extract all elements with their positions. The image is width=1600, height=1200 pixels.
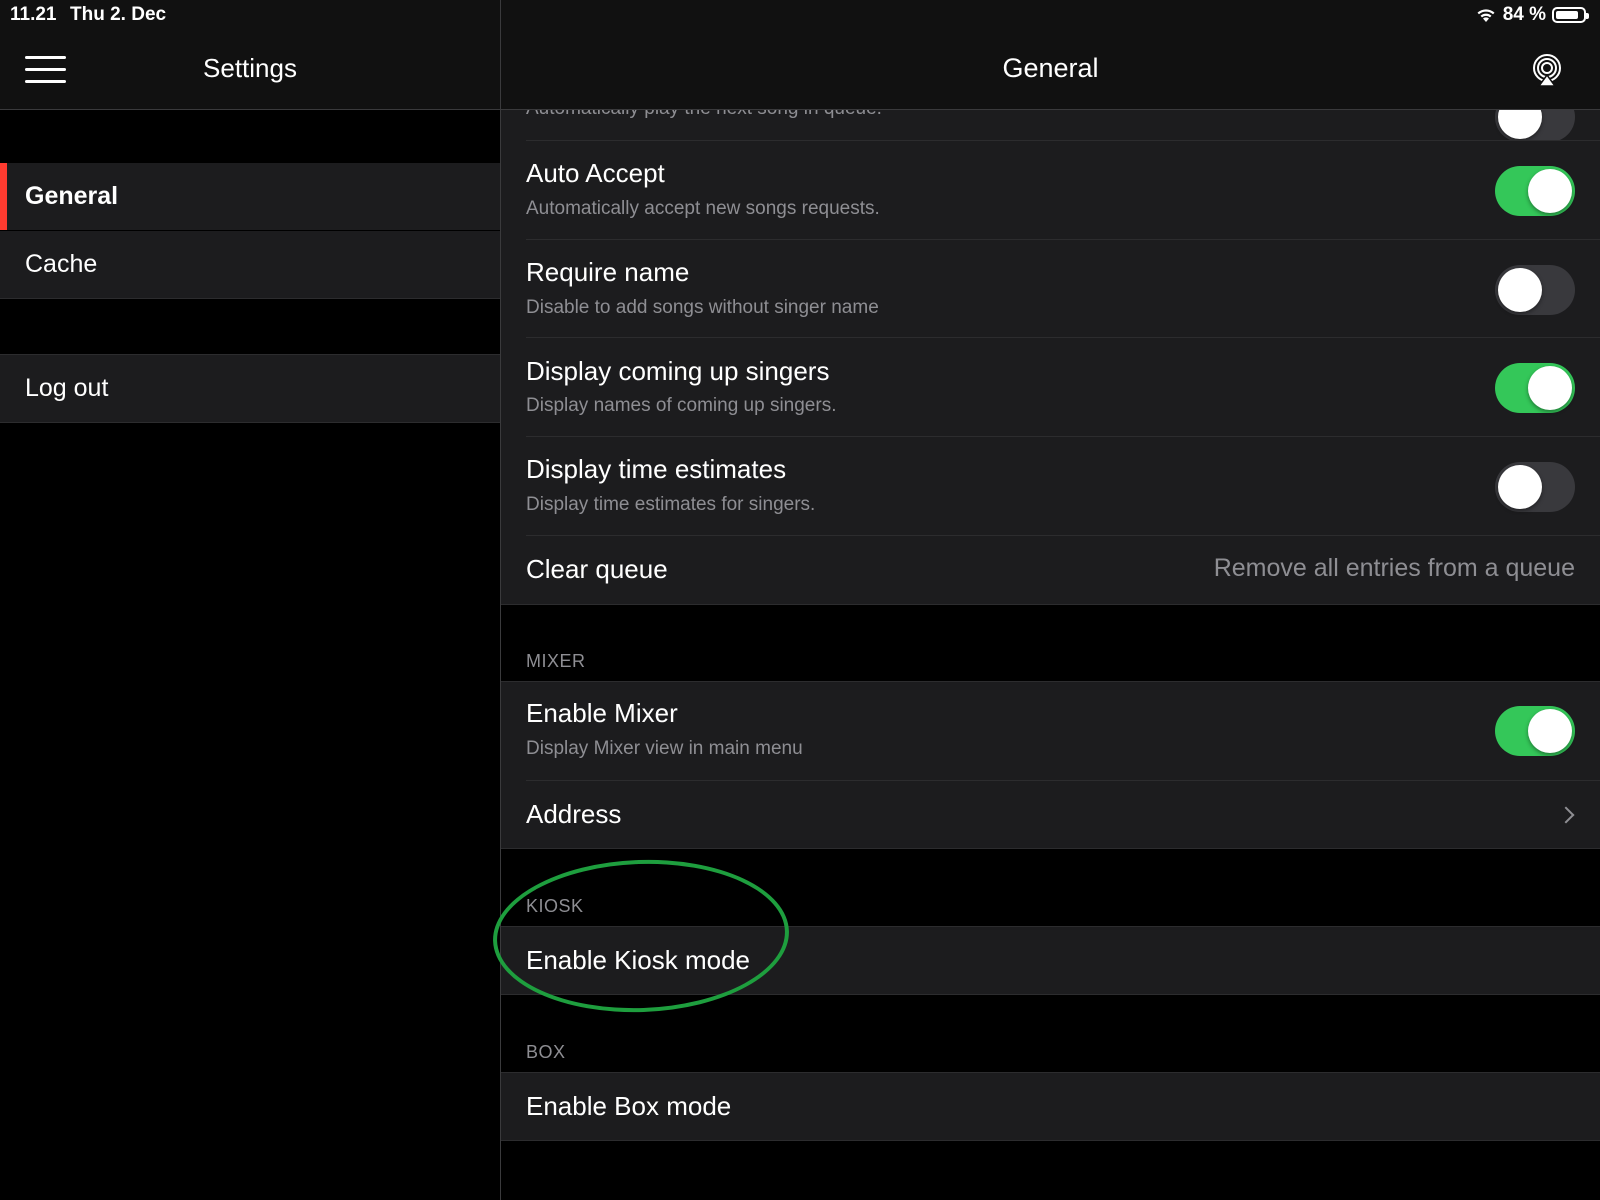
section-header-box: BOX bbox=[526, 1042, 566, 1062]
row-title: Enable Kiosk mode bbox=[526, 945, 751, 975]
settings-row-enable-kiosk[interactable]: Enable Kiosk mode bbox=[501, 927, 1600, 994]
row-subtitle: Display names of coming up singers. bbox=[526, 395, 837, 416]
row-subtitle: Display time estimates for singers. bbox=[526, 494, 816, 515]
row-title: Enable Mixer bbox=[526, 698, 678, 728]
section-header-mixer: MIXER bbox=[526, 651, 586, 671]
settings-row-coming-up-singers[interactable]: Display coming up singers Display names … bbox=[501, 338, 1600, 437]
status-bar: 11.21 Thu 2. Dec 84 % bbox=[0, 0, 1600, 32]
battery-icon bbox=[1552, 7, 1589, 23]
clear-queue-detail: Remove all entries from a queue bbox=[1213, 554, 1575, 582]
divider bbox=[0, 298, 500, 299]
settings-row-time-estimates[interactable]: Display time estimates Display time esti… bbox=[501, 437, 1600, 536]
wifi-icon bbox=[1477, 9, 1495, 22]
status-time: 11.21 bbox=[10, 4, 57, 25]
row-title: Display time estimates bbox=[526, 454, 787, 484]
divider bbox=[501, 604, 1600, 605]
settings-row-auto-accept[interactable]: Auto Accept Automatically accept new son… bbox=[501, 141, 1600, 240]
status-date: Thu 2. Dec bbox=[70, 4, 167, 25]
status-indicators: 84 % bbox=[1475, 4, 1589, 26]
row-subtitle: Disable to add songs without singer name bbox=[526, 297, 879, 318]
row-subtitle: Display Mixer view in main menu bbox=[526, 738, 803, 759]
enable-mixer-toggle[interactable] bbox=[1495, 706, 1575, 756]
sidebar-title: Settings bbox=[203, 53, 297, 83]
row-title: Enable Box mode bbox=[526, 1091, 732, 1121]
row-title: Display coming up singers bbox=[526, 356, 830, 386]
logout-label: Log out bbox=[25, 374, 109, 402]
settings-sidebar: Settings General Cache Log out bbox=[0, 0, 501, 1200]
battery-percent: 84 % bbox=[1502, 4, 1546, 25]
divider bbox=[0, 422, 500, 423]
time-estimates-toggle[interactable] bbox=[1495, 462, 1575, 512]
battery-fill bbox=[1556, 11, 1578, 19]
sidebar-item-cache[interactable]: Cache bbox=[0, 231, 500, 298]
settings-row-enable-mixer[interactable]: Enable Mixer Display Mixer view in main … bbox=[501, 682, 1600, 781]
settings-row-require-name[interactable]: Require name Disable to add songs withou… bbox=[501, 240, 1600, 338]
row-subtitle: Automatically accept new songs requests. bbox=[526, 198, 880, 219]
settings-row-clear-queue[interactable]: Clear queue Remove all entries from a qu… bbox=[501, 536, 1600, 604]
page-title: General bbox=[1002, 53, 1099, 83]
divider bbox=[501, 848, 1600, 849]
general-settings-panel[interactable]: General Automatically play the next song… bbox=[501, 0, 1600, 1200]
chevron-right-icon bbox=[1557, 806, 1575, 824]
row-title: Address bbox=[526, 799, 622, 829]
logout-button[interactable]: Log out bbox=[0, 355, 500, 422]
settings-row-enable-box[interactable]: Enable Box mode bbox=[501, 1073, 1600, 1140]
coming-up-singers-toggle[interactable] bbox=[1495, 363, 1575, 413]
sidebar-item-label: General bbox=[25, 182, 119, 210]
section-header-kiosk: KIOSK bbox=[526, 896, 584, 916]
divider bbox=[501, 1140, 1600, 1141]
sidebar-item-label: Cache bbox=[25, 250, 98, 278]
active-marker bbox=[0, 163, 7, 230]
airplay-icon[interactable] bbox=[1530, 53, 1564, 87]
sidebar-item-general[interactable]: General bbox=[0, 163, 500, 230]
require-name-toggle[interactable] bbox=[1495, 265, 1575, 315]
row-title: Auto Accept bbox=[526, 158, 665, 188]
divider bbox=[501, 994, 1600, 995]
row-title: Clear queue bbox=[526, 554, 668, 584]
settings-row-address[interactable]: Address bbox=[501, 781, 1600, 848]
row-title: Require name bbox=[526, 257, 690, 287]
auto-accept-toggle[interactable] bbox=[1495, 166, 1575, 216]
